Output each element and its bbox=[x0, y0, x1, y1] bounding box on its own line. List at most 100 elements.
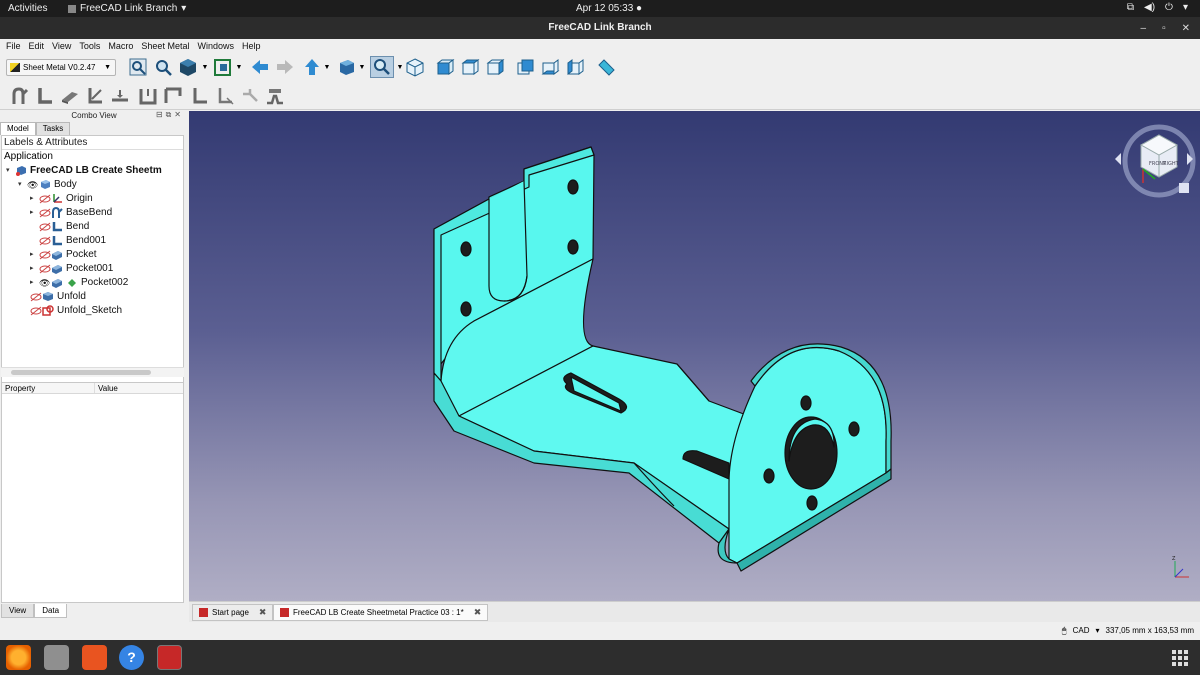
add-bend-button[interactable] bbox=[190, 86, 210, 106]
firefox-icon[interactable] bbox=[6, 645, 31, 670]
base-bend-button[interactable] bbox=[10, 86, 30, 106]
restore-button[interactable]: ▫ bbox=[1162, 23, 1166, 34]
clock[interactable]: Apr 12 05:33 ● bbox=[576, 3, 642, 14]
system-tray[interactable]: ⧉ ◀) ⏻ ▾ bbox=[1127, 2, 1188, 13]
tree-item-bend001[interactable]: Bend001 bbox=[39, 234, 106, 247]
panel-controls[interactable]: ⊟⧉✕ bbox=[156, 110, 184, 120]
sheet-metal-model[interactable] bbox=[189, 111, 1200, 601]
menu-windows[interactable]: Windows bbox=[197, 41, 234, 51]
form-tool-button[interactable] bbox=[265, 86, 285, 106]
tab-data[interactable]: Data bbox=[34, 604, 68, 618]
menu-help[interactable]: Help bbox=[242, 41, 261, 51]
workbench-selector[interactable]: Sheet Metal V0.2.47 ▼ bbox=[6, 59, 116, 76]
extend-face-button[interactable] bbox=[60, 86, 80, 106]
help-icon[interactable]: ? bbox=[119, 645, 144, 670]
minimize-button[interactable]: – bbox=[1141, 23, 1147, 34]
hidden-eye-icon[interactable] bbox=[30, 306, 42, 316]
tree-item-bend[interactable]: Bend bbox=[39, 220, 89, 233]
view-top-button[interactable] bbox=[460, 57, 480, 77]
hidden-eye-icon[interactable] bbox=[30, 292, 42, 302]
chevron-down-icon[interactable]: ▼ bbox=[357, 57, 367, 77]
fold-button[interactable] bbox=[85, 86, 105, 106]
collapsed-arrow-icon[interactable]: ▸ bbox=[30, 192, 39, 205]
tree-item-unfold[interactable]: Unfold bbox=[30, 290, 86, 303]
view-bottom-button[interactable] bbox=[540, 57, 560, 77]
tab-view[interactable]: View bbox=[1, 604, 35, 618]
app-grid-icon[interactable] bbox=[1172, 650, 1188, 666]
bounding-box-button[interactable] bbox=[213, 57, 233, 77]
tree-item-unfold-sketch[interactable]: Unfold_Sketch bbox=[30, 304, 122, 317]
chevron-down-icon[interactable]: ▼ bbox=[322, 57, 332, 77]
hidden-eye-icon[interactable] bbox=[39, 250, 51, 260]
files-icon[interactable] bbox=[44, 645, 69, 670]
chevron-down-icon[interactable]: ▼ bbox=[234, 57, 244, 77]
up-button[interactable] bbox=[302, 57, 322, 77]
collapsed-arrow-icon[interactable]: ▸ bbox=[30, 248, 39, 261]
measure-button[interactable] bbox=[596, 57, 616, 77]
tree-horizontal-scrollbar[interactable] bbox=[1, 367, 184, 377]
menu-edit[interactable]: Edit bbox=[29, 41, 45, 51]
tree-item-pocket[interactable]: ▸ Pocket bbox=[30, 248, 97, 261]
property-view[interactable]: Property Value bbox=[1, 382, 184, 603]
tab-model[interactable]: Model bbox=[0, 122, 36, 135]
3d-viewport[interactable]: FRONT RIGHT Z bbox=[189, 111, 1200, 601]
menu-sheet-metal[interactable]: Sheet Metal bbox=[141, 41, 189, 51]
make-junction-button[interactable] bbox=[163, 86, 183, 106]
add-wall-button[interactable] bbox=[35, 86, 55, 106]
sketch-on-sheet-button[interactable] bbox=[215, 86, 235, 106]
expanded-arrow-icon[interactable]: ▾ bbox=[18, 178, 27, 191]
fit-selection-button[interactable] bbox=[153, 57, 173, 77]
menu-file[interactable]: File bbox=[6, 41, 21, 51]
tree-item-body[interactable]: ▾ 👁 Body bbox=[18, 178, 77, 191]
collapsed-arrow-icon[interactable]: ▸ bbox=[30, 206, 39, 219]
view-right-button[interactable] bbox=[485, 57, 505, 77]
model-tree[interactable]: Labels & Attributes Application ▾ FreeCA… bbox=[1, 135, 184, 390]
tree-item-document[interactable]: ▾ FreeCAD LB Create Sheetm bbox=[6, 164, 162, 177]
tree-item-basebend[interactable]: ▸ BaseBend bbox=[30, 206, 112, 219]
corner-relief-button[interactable] bbox=[240, 86, 260, 106]
chevron-down-icon[interactable]: ▼ bbox=[395, 57, 405, 77]
draw-style-button[interactable] bbox=[178, 57, 198, 77]
collapsed-arrow-icon[interactable]: ▸ bbox=[30, 262, 39, 275]
std-views-button[interactable] bbox=[336, 57, 356, 77]
chevron-down-icon[interactable]: ▼ bbox=[200, 57, 210, 77]
view-isometric-button[interactable] bbox=[405, 57, 425, 77]
eye-icon[interactable]: 👁 bbox=[27, 180, 39, 190]
property-column-header[interactable]: Property bbox=[2, 383, 95, 393]
navigation-style[interactable]: CAD bbox=[1073, 626, 1090, 636]
tab-start-page[interactable]: Start page ✖ bbox=[192, 604, 274, 621]
scrollbar-thumb[interactable] bbox=[11, 370, 151, 375]
value-column-header[interactable]: Value bbox=[95, 383, 118, 393]
close-icon[interactable]: ✖ bbox=[259, 607, 267, 618]
hidden-eye-icon[interactable] bbox=[39, 222, 51, 232]
tab-document[interactable]: FreeCAD LB Create Sheetmetal Practice 03… bbox=[273, 604, 489, 621]
freecad-icon[interactable] bbox=[157, 645, 182, 670]
hidden-eye-icon[interactable] bbox=[39, 208, 51, 218]
view-front-button[interactable] bbox=[435, 57, 455, 77]
collapsed-arrow-icon[interactable]: ▸ bbox=[30, 276, 39, 289]
activities-button[interactable]: Activities bbox=[8, 3, 47, 14]
relief-button[interactable] bbox=[138, 86, 158, 106]
hidden-eye-icon[interactable] bbox=[39, 264, 51, 274]
hidden-eye-icon[interactable] bbox=[39, 194, 51, 204]
back-button[interactable] bbox=[250, 57, 270, 77]
view-rear-button[interactable] bbox=[515, 57, 535, 77]
hidden-eye-icon[interactable] bbox=[39, 236, 51, 246]
menu-tools[interactable]: Tools bbox=[79, 41, 100, 51]
close-button[interactable]: ✕ bbox=[1182, 23, 1190, 34]
fit-all-button[interactable] bbox=[128, 57, 148, 77]
software-center-icon[interactable] bbox=[82, 645, 107, 670]
view-left-button[interactable] bbox=[565, 57, 585, 77]
navigation-cube[interactable]: FRONT RIGHT bbox=[1111, 117, 1196, 202]
menu-macro[interactable]: Macro bbox=[108, 41, 133, 51]
tree-item-pocket001[interactable]: ▸ Pocket001 bbox=[30, 262, 113, 275]
tree-item-origin[interactable]: ▸ Origin bbox=[30, 192, 93, 205]
expanded-arrow-icon[interactable]: ▾ bbox=[6, 164, 15, 177]
tree-item-pocket002[interactable]: ▸ 👁 Pocket002 bbox=[30, 276, 128, 289]
eye-icon[interactable]: 👁 bbox=[39, 278, 51, 288]
menu-view[interactable]: View bbox=[52, 41, 71, 51]
forward-button[interactable] bbox=[275, 57, 295, 77]
app-menu[interactable]: FreeCAD Link Branch ▾ bbox=[68, 3, 186, 14]
zoom-button[interactable] bbox=[370, 56, 394, 78]
tab-tasks[interactable]: Tasks bbox=[35, 122, 71, 135]
